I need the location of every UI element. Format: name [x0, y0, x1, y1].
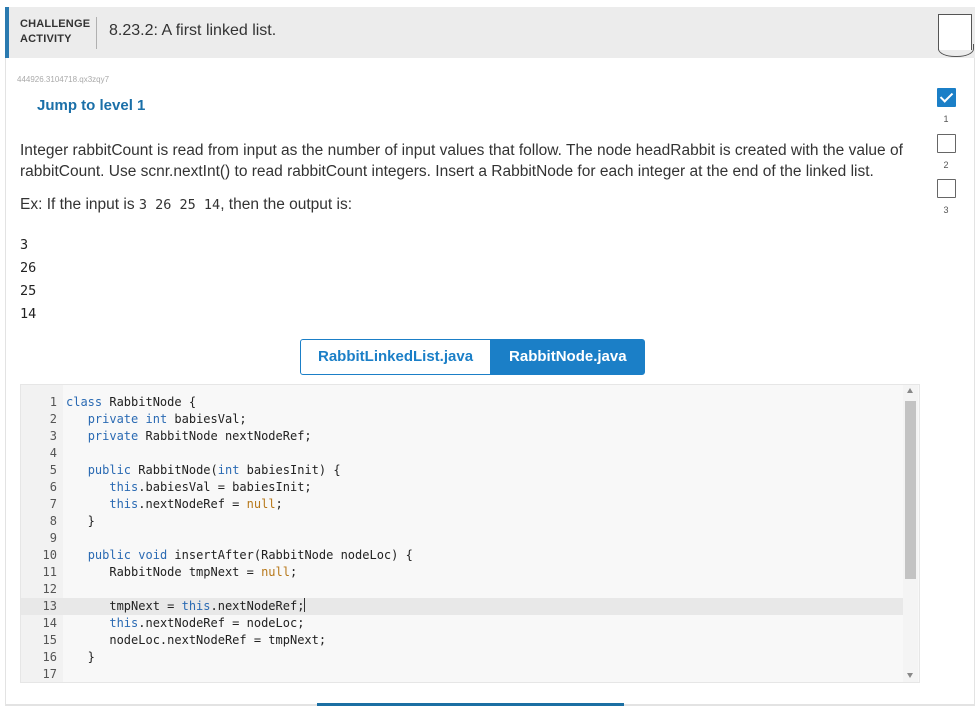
level-3[interactable]: 3 — [936, 179, 956, 215]
code-line[interactable]: 16 } — [21, 649, 903, 666]
text-cursor — [304, 598, 306, 612]
code-lines: 1 class RabbitNode { 2 private int babiesV… — [21, 394, 903, 682]
code-line[interactable]: 8 } — [21, 513, 903, 530]
activity-id: 444926.3104718.qx3zqy7 — [17, 75, 110, 84]
scroll-up-icon[interactable] — [907, 388, 913, 393]
line-number: 16 — [42, 650, 57, 664]
level-1[interactable]: 1 — [936, 88, 956, 124]
output-line: 3 — [20, 237, 29, 253]
example-prefix: Ex: If the input is — [20, 196, 139, 213]
example-input: 3 26 25 14 — [138, 197, 221, 213]
code-line[interactable]: 13 tmpNext = this.nextNodeRef; — [21, 598, 903, 615]
content-border-left — [5, 58, 6, 706]
tab-rabbitnode-java[interactable]: RabbitNode.java — [491, 339, 645, 375]
code-editor[interactable]: 1 class RabbitNode { 2 private int babiesV… — [20, 384, 920, 683]
code-line[interactable]: 1 class RabbitNode { — [21, 394, 903, 411]
header-divider — [96, 17, 97, 49]
editor-scrollbar[interactable] — [903, 385, 918, 682]
code-text: class RabbitNode { — [66, 395, 197, 409]
challenge-header: CHALLENGE ACTIVITY 8.23.2: A first linke… — [5, 7, 975, 58]
line-number: 1 — [49, 395, 57, 409]
code-line[interactable]: 7 this.nextNodeRef = null; — [21, 496, 903, 513]
code-line[interactable]: 3 private RabbitNode nextNodeRef; — [21, 428, 903, 445]
line-number: 2 — [49, 412, 57, 426]
line-number: 17 — [42, 667, 57, 681]
code-line[interactable]: 5 public RabbitNode(int babiesInit) { — [21, 462, 903, 479]
line-number: 7 — [49, 497, 57, 511]
line-number: 3 — [49, 429, 57, 443]
challenge-activity-label: CHALLENGE ACTIVITY — [20, 17, 90, 47]
code-text: nodeLoc.nextNodeRef = tmpNext; — [66, 633, 327, 647]
line-number: 6 — [49, 480, 57, 494]
code-text: } — [66, 514, 95, 528]
code-line[interactable]: 9 — [21, 530, 903, 547]
example-output: 3 26 25 14 — [20, 234, 36, 326]
line-number: 9 — [49, 531, 57, 545]
code-text: RabbitNode tmpNext = null; — [66, 565, 298, 579]
code-text: private RabbitNode nextNodeRef; — [87, 429, 312, 443]
code-line[interactable]: 10 public void insertAfter(RabbitNode no… — [21, 547, 903, 564]
code-line[interactable]: 14 this.nextNodeRef = nodeLoc; — [21, 615, 903, 632]
scroll-down-icon[interactable] — [907, 673, 913, 678]
code-line[interactable]: 17 — [21, 666, 903, 682]
jump-to-level-link[interactable]: Jump to level 1 — [37, 97, 145, 114]
code-text: this.nextNodeRef = nodeLoc; — [109, 616, 305, 630]
tab-rabbitlinkedlist-java[interactable]: RabbitLinkedList.java — [300, 339, 492, 375]
label-line-1: CHALLENGE — [20, 18, 91, 30]
line-number: 15 — [42, 633, 57, 647]
level-2[interactable]: 2 — [936, 134, 956, 170]
line-number: 11 — [42, 565, 57, 579]
code-line[interactable]: 2 private int babiesVal; — [21, 411, 903, 428]
line-number: 13 — [42, 599, 57, 613]
level-number: 1 — [943, 114, 949, 124]
code-text: } — [66, 650, 95, 664]
scrollbar-thumb[interactable] — [905, 401, 916, 579]
content-border-right — [974, 58, 975, 706]
output-line: 26 — [20, 260, 37, 276]
line-number: 5 — [49, 463, 57, 477]
problem-description: Integer rabbitCount is read from input a… — [20, 142, 903, 180]
line-number: 14 — [42, 616, 57, 630]
code-text: public RabbitNode(int babiesInit) { — [87, 463, 341, 477]
level-number: 2 — [943, 160, 949, 170]
line-number: 4 — [49, 446, 57, 460]
code-line[interactable]: 6 this.babiesVal = babiesInit; — [21, 479, 903, 496]
code-text: this.nextNodeRef = null; — [109, 497, 283, 511]
example-text: Ex: If the input is 3 26 25 14, then the… — [20, 196, 352, 214]
file-tabs: RabbitLinkedList.java RabbitNode.java — [300, 339, 645, 375]
code-text: this.babiesVal = babiesInit; — [109, 480, 312, 494]
level-number: 3 — [943, 205, 949, 215]
line-number: 10 — [42, 548, 57, 562]
level-box-icon — [936, 134, 956, 153]
output-line: 25 — [20, 283, 37, 299]
code-line[interactable]: 11 RabbitNode tmpNext = null; — [21, 564, 903, 581]
code-line[interactable]: 4 — [21, 445, 903, 462]
code-text: tmpNext = this.nextNodeRef; — [66, 598, 306, 613]
code-text: public void insertAfter(RabbitNode nodeL… — [87, 548, 413, 562]
code-text: private int babiesVal; — [87, 412, 247, 426]
output-line: 14 — [20, 306, 37, 322]
label-line-2: ACTIVITY — [20, 33, 72, 45]
code-line[interactable]: 15 nodeLoc.nextNodeRef = tmpNext; — [21, 632, 903, 649]
example-suffix: , then the output is: — [220, 196, 353, 213]
check-icon — [936, 88, 956, 107]
line-number: 12 — [42, 582, 57, 596]
line-number: 8 — [49, 514, 57, 528]
code-line[interactable]: 12 — [21, 581, 903, 598]
level-box-icon — [936, 179, 956, 198]
activity-title: 8.23.2: A first linked list. — [109, 22, 277, 39]
completion-badge-icon — [937, 14, 974, 57]
